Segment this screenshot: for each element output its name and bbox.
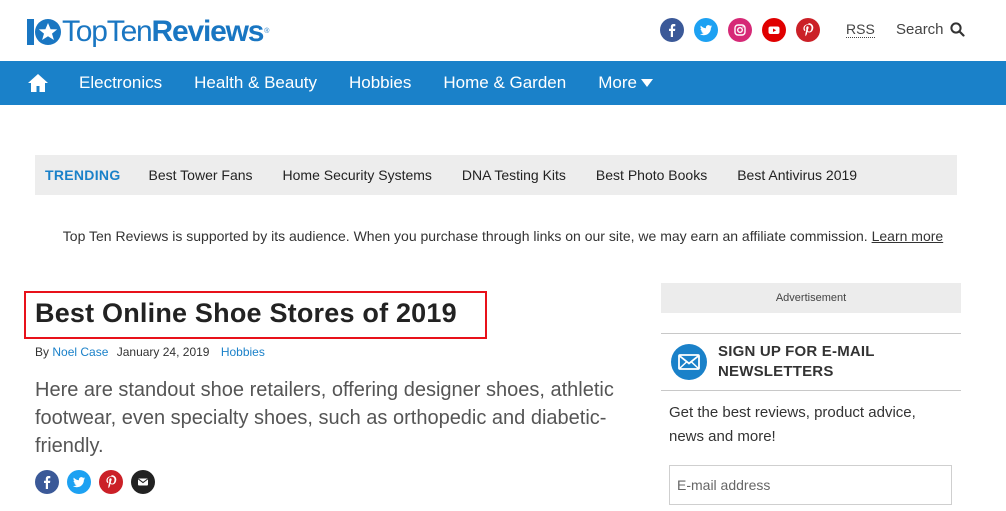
- byline: By Noel Case January 24, 2019 Hobbies: [35, 345, 265, 359]
- social-links: [660, 18, 820, 42]
- affiliate-disclosure: Top Ten Reviews is supported by its audi…: [40, 225, 966, 247]
- nav-item-electronics[interactable]: Electronics: [79, 73, 162, 93]
- trending-bar: TRENDING Best Tower Fans Home Security S…: [35, 155, 957, 195]
- facebook-icon[interactable]: [35, 470, 59, 494]
- nav-item-home-garden[interactable]: Home & Garden: [443, 73, 566, 93]
- site-header: TopTenReviews® RSS Search: [0, 0, 1006, 61]
- trending-item[interactable]: Home Security Systems: [283, 167, 432, 183]
- pinterest-icon[interactable]: [99, 470, 123, 494]
- share-buttons: [35, 470, 155, 494]
- main-nav: Electronics Health & Beauty Hobbies Home…: [0, 61, 1006, 105]
- logo-text-bold: Reviews: [151, 15, 265, 48]
- home-icon: [28, 74, 48, 92]
- nav-item-health-beauty[interactable]: Health & Beauty: [194, 73, 317, 93]
- trending-label: TRENDING: [45, 167, 121, 183]
- publish-date: January 24, 2019: [116, 345, 210, 359]
- logo-wordmark: TopTenReviews®: [62, 15, 269, 48]
- trending-item[interactable]: Best Tower Fans: [149, 167, 253, 183]
- caret-down-icon: [640, 79, 653, 87]
- youtube-icon[interactable]: [762, 18, 786, 42]
- logo-trademark: ®: [264, 28, 269, 35]
- newsletter-header: SIGN UP FOR E-MAIL NEWSLETTERS: [661, 334, 961, 391]
- envelope-icon: [671, 344, 707, 380]
- search-button[interactable]: Search: [896, 21, 965, 38]
- category-link[interactable]: Hobbies: [221, 345, 265, 359]
- advertisement-label: Advertisement: [661, 283, 961, 313]
- page-title: Best Online Shoe Stores of 2019: [35, 298, 457, 328]
- search-label: Search: [896, 21, 944, 38]
- site-logo[interactable]: TopTenReviews®: [26, 14, 269, 50]
- byline-by: By: [35, 345, 50, 359]
- nav-more-label: More: [598, 73, 637, 92]
- author-link[interactable]: Noel Case: [52, 345, 108, 359]
- email-field[interactable]: [669, 465, 952, 505]
- article-lede: Here are standout shoe retailers, offeri…: [35, 379, 614, 457]
- email-icon[interactable]: [131, 470, 155, 494]
- instagram-icon[interactable]: [728, 18, 752, 42]
- nav-item-more[interactable]: More: [598, 73, 653, 93]
- twitter-icon[interactable]: [694, 18, 718, 42]
- newsletter-title: SIGN UP FOR E-MAIL NEWSLETTERS: [718, 343, 875, 380]
- newsletter-description: Get the best reviews, product advice, ne…: [669, 404, 916, 445]
- logo-10-star-icon: [26, 16, 62, 48]
- search-icon: [949, 22, 965, 37]
- logo-text-light: TopTen: [62, 15, 153, 48]
- disclosure-text: Top Ten Reviews is supported by its audi…: [62, 228, 872, 244]
- trending-item[interactable]: Best Photo Books: [596, 167, 707, 183]
- trending-item[interactable]: DNA Testing Kits: [462, 167, 566, 183]
- home-button[interactable]: [8, 61, 68, 105]
- trending-item[interactable]: Best Antivirus 2019: [737, 167, 857, 183]
- pinterest-icon[interactable]: [796, 18, 820, 42]
- twitter-icon[interactable]: [67, 470, 91, 494]
- newsletter-signup: SIGN UP FOR E-MAIL NEWSLETTERS Get the b…: [661, 333, 961, 511]
- nav-item-hobbies[interactable]: Hobbies: [349, 73, 411, 93]
- facebook-icon[interactable]: [660, 18, 684, 42]
- rss-link[interactable]: RSS: [846, 22, 875, 38]
- learn-more-link[interactable]: Learn more: [872, 228, 944, 244]
